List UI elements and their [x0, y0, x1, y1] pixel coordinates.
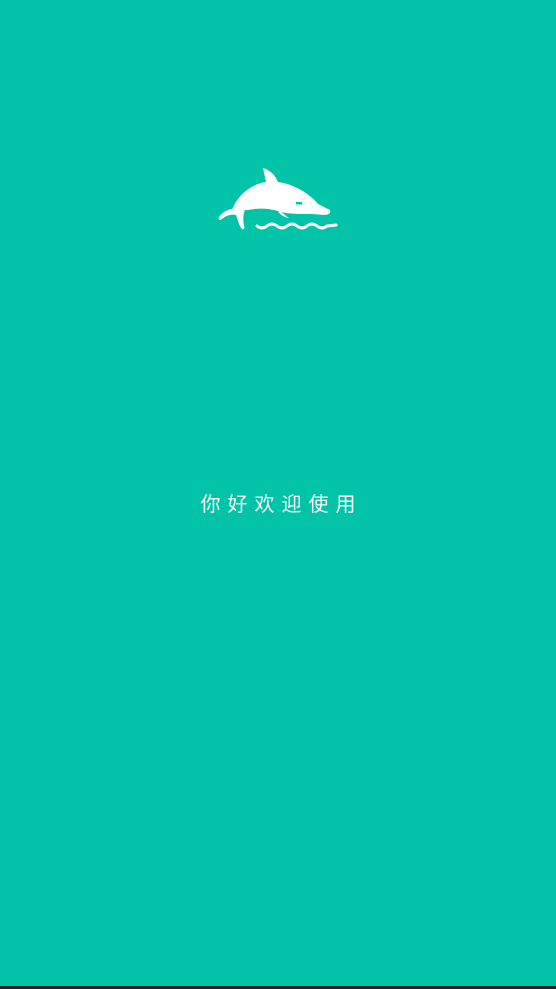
- dolphin-icon: [218, 168, 338, 230]
- welcome-text: 你好欢迎使用: [200, 492, 363, 516]
- splash-screen: 你好欢迎使用: [0, 0, 556, 989]
